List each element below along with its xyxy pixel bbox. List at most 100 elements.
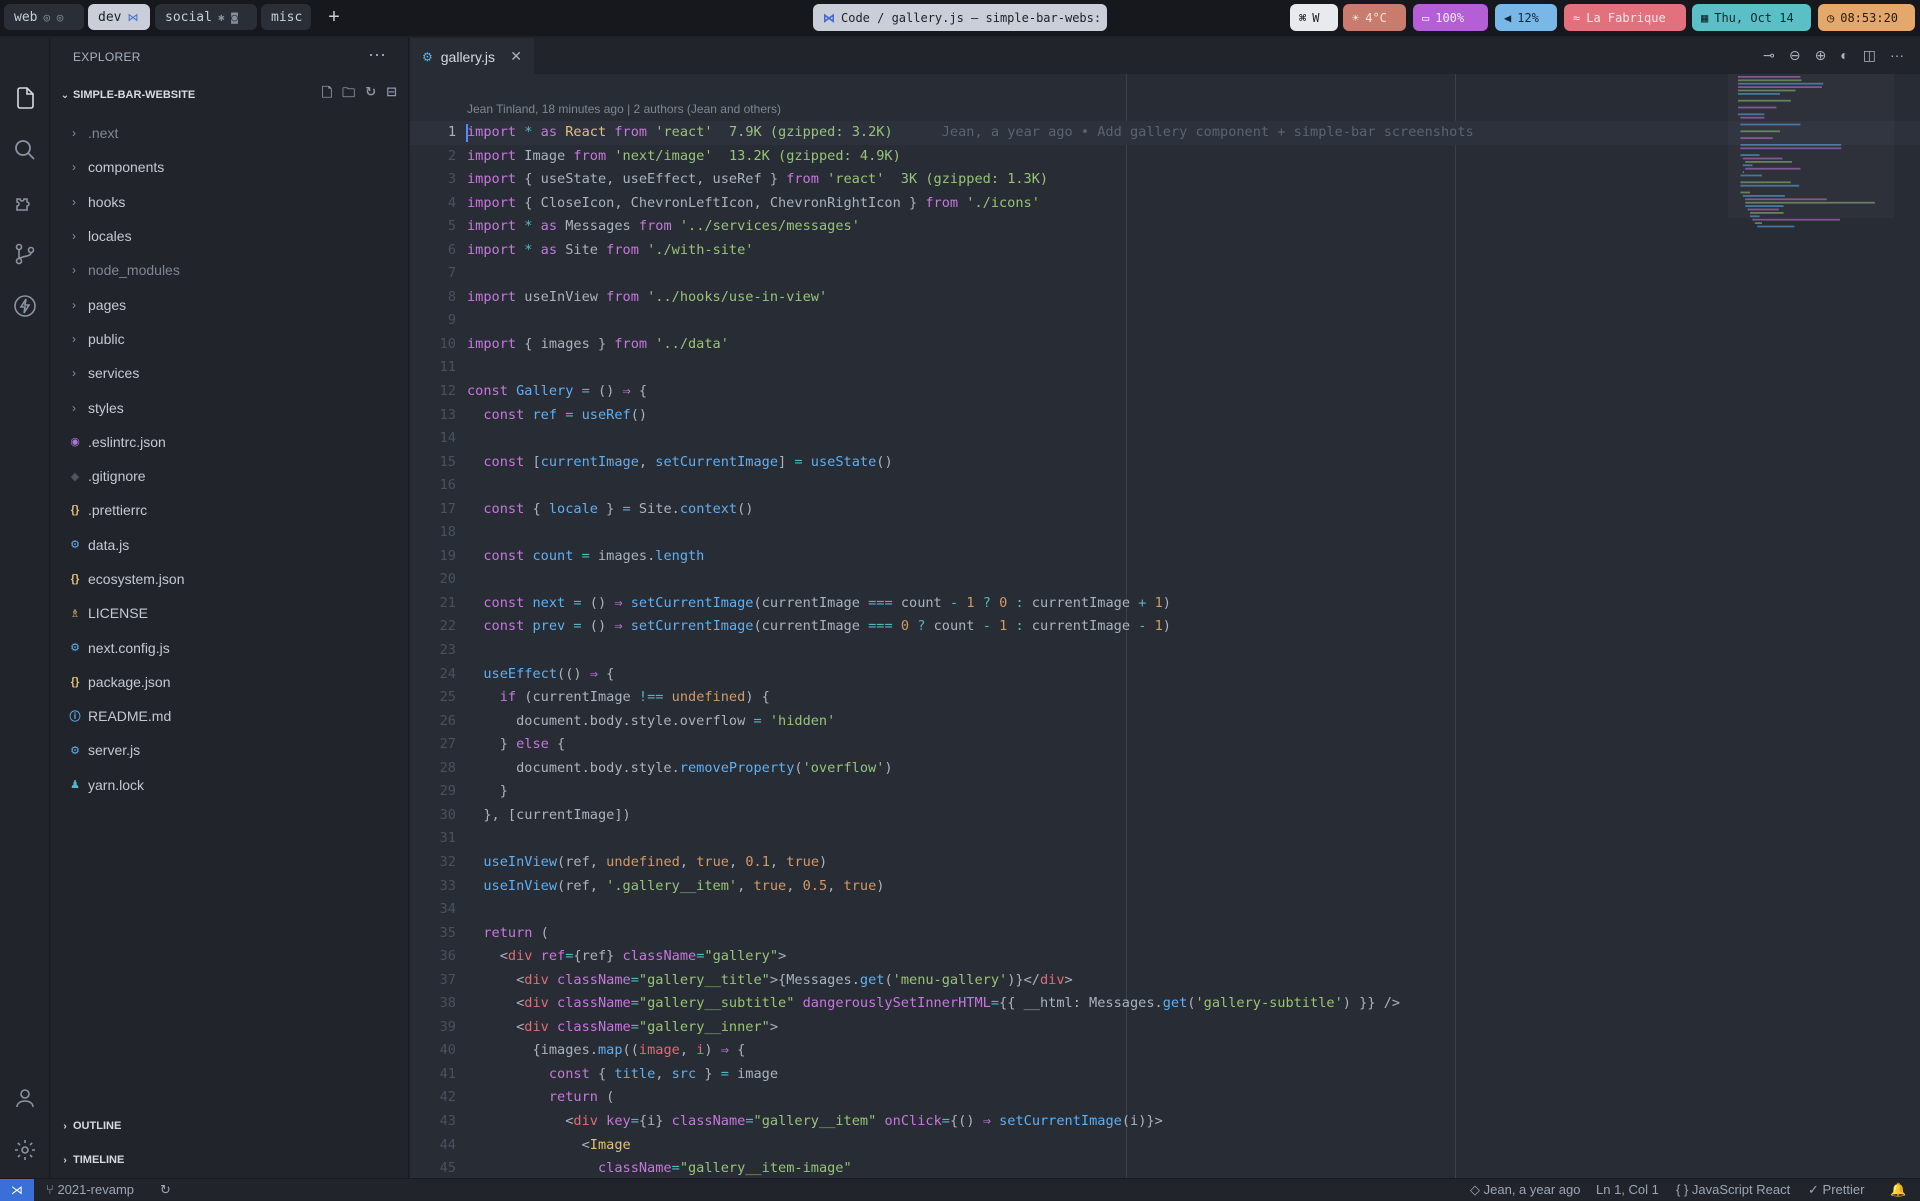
code-line[interactable]: 44 <Image (410, 1134, 1920, 1158)
code-line[interactable]: 41 const { title, src } = image (410, 1063, 1920, 1087)
file-row[interactable]: ⚙ next.config.js (51, 630, 409, 664)
code-line[interactable]: 40 {images.map((image, i) ⇒ { (410, 1039, 1920, 1063)
code-line[interactable]: 13 const ref = useRef() (410, 404, 1920, 428)
code-line[interactable]: 18 (410, 521, 1920, 545)
code-line[interactable]: 24 useEffect(() ⇒ { (410, 663, 1920, 687)
folder-row[interactable]: › public (51, 322, 409, 356)
language-mode[interactable]: { } JavaScript React (1676, 1182, 1790, 1197)
code-line[interactable]: 23 (410, 639, 1920, 663)
code-line[interactable]: 3 import { useState, useEffect, useRef } … (410, 168, 1920, 192)
folder-row[interactable]: › pages (51, 287, 409, 321)
file-row[interactable]: ♟ yarn.lock (51, 768, 409, 802)
codelens-blame[interactable]: Jean Tinland, 18 minutes ago | 2 authors… (467, 102, 781, 116)
search-icon[interactable] (13, 138, 37, 162)
folder-row[interactable]: › hooks (51, 185, 409, 219)
code-line[interactable]: 30 }, [currentImage]) (410, 804, 1920, 828)
add-space-button[interactable]: + (322, 4, 346, 30)
new-file-icon[interactable]: 🗋 (322, 84, 332, 106)
blame-toggle-icon[interactable]: ◐ (1840, 47, 1848, 64)
file-row[interactable]: ♗ LICENSE (51, 596, 409, 630)
source-control-icon[interactable] (13, 242, 37, 266)
space-web[interactable]: web ◎ ◎ (4, 4, 84, 30)
file-row[interactable]: ⚙ data.js (51, 528, 409, 562)
cursor-position[interactable]: Ln 1, Col 1 (1596, 1182, 1659, 1197)
code-line[interactable]: 8 import useInView from '../hooks/use-in-… (410, 286, 1920, 310)
folder-row[interactable]: › styles (51, 390, 409, 424)
code-line[interactable]: 33 useInView(ref, '.gallery__item', true… (410, 875, 1920, 899)
branch-indicator[interactable]: ⑂ 2021-revamp (46, 1182, 134, 1197)
folder-row[interactable]: › .next (51, 116, 409, 150)
prettier-status[interactable]: ✓ Prettier (1808, 1182, 1864, 1198)
code-editor[interactable]: Jean Tinland, 18 minutes ago | 2 authors… (410, 74, 1920, 1178)
refresh-icon[interactable]: ↻ (365, 84, 376, 106)
code-line[interactable]: 11 (410, 356, 1920, 380)
split-editor-icon[interactable]: ◫ (1863, 47, 1876, 64)
previous-change-icon[interactable]: ⊖ (1789, 47, 1801, 64)
code-line[interactable]: 45 className="gallery__item-image" (410, 1157, 1920, 1178)
code-line[interactable]: 37 <div className="gallery__title">{Mess… (410, 969, 1920, 993)
volume-widget[interactable]: ◀ 12% (1495, 4, 1557, 31)
code-line[interactable]: 6 import * as Site from './with-site' (410, 239, 1920, 263)
code-line[interactable]: 2 import Image from 'next/image' 13.2K (g… (410, 145, 1920, 169)
code-line[interactable]: 16 (410, 474, 1920, 498)
code-line[interactable]: 19 const count = images.length (410, 545, 1920, 569)
battery-widget[interactable]: ▭ 100% (1413, 4, 1488, 31)
code-line[interactable]: 36 <div ref={ref} className="gallery"> (410, 945, 1920, 969)
file-row[interactable]: ⓘ README.md (51, 699, 409, 733)
code-line[interactable]: 14 (410, 427, 1920, 451)
settings-gear-icon[interactable] (13, 1138, 37, 1162)
code-line[interactable]: 27 } else { (410, 733, 1920, 757)
sync-icon[interactable]: ↻ (160, 1182, 171, 1198)
code-line[interactable]: 5 import * as Messages from '../services/… (410, 215, 1920, 239)
code-line[interactable]: 20 (410, 568, 1920, 592)
folder-row[interactable]: › node_modules (51, 253, 409, 287)
more-actions-icon[interactable]: ··· (1890, 47, 1904, 64)
wifi-widget[interactable]: ≈ La Fabrique (1564, 4, 1686, 31)
weather-widget[interactable]: ☀ 4°C (1343, 4, 1406, 31)
file-row[interactable]: {} package.json (51, 665, 409, 699)
keyboard-widget[interactable]: ⌘ W (1290, 4, 1338, 31)
file-row[interactable]: ◉ .eslintrc.json (51, 425, 409, 459)
code-line[interactable]: 34 (410, 898, 1920, 922)
file-row[interactable]: {} .prettierrc (51, 493, 409, 527)
space-social[interactable]: social ✱ ◙ (155, 4, 257, 30)
remote-icon[interactable]: ⋊ (0, 1179, 34, 1201)
code-line[interactable]: 43 <div key={i} className="gallery__item… (410, 1110, 1920, 1134)
code-line[interactable]: 29 } (410, 780, 1920, 804)
project-header[interactable]: ⌄ SIMPLE-BAR-WEBSITE 🗋 🗀 ↻ ⊟ (57, 84, 403, 106)
explorer-icon[interactable] (13, 86, 37, 110)
folder-row[interactable]: › services (51, 356, 409, 390)
folder-row[interactable]: › locales (51, 219, 409, 253)
code-line[interactable]: 21 const next = () ⇒ setCurrentImage(cur… (410, 592, 1920, 616)
space-misc[interactable]: misc (261, 4, 311, 30)
code-line[interactable]: 31 (410, 827, 1920, 851)
file-row[interactable]: ⚙ server.js (51, 733, 409, 767)
code-line[interactable]: 10 import { images } from '../data' (410, 333, 1920, 357)
code-line[interactable]: 4 import { CloseIcon, ChevronLeftIcon, Ch… (410, 192, 1920, 216)
account-icon[interactable] (13, 1086, 37, 1110)
file-row[interactable]: ◆ .gitignore (51, 459, 409, 493)
notifications-bell-icon[interactable]: 🔔 (1890, 1182, 1906, 1198)
space-dev[interactable]: dev ⋈ (88, 4, 150, 30)
new-folder-icon[interactable]: 🗀 (342, 84, 355, 106)
code-line[interactable]: 35 return ( (410, 922, 1920, 946)
tab-gallery-js[interactable]: ⚙ gallery.js ✕ (410, 38, 534, 74)
next-change-icon[interactable]: ⊕ (1815, 47, 1827, 64)
code-line[interactable]: 7 (410, 262, 1920, 286)
code-line[interactable]: 1 import * as React from 'react' 7.9K (gz… (410, 121, 1920, 145)
code-line[interactable]: 22 const prev = () ⇒ setCurrentImage(cur… (410, 615, 1920, 639)
code-line[interactable]: 38 <div className="gallery__subtitle" da… (410, 992, 1920, 1016)
outline-section[interactable]: › OUTLINE (57, 1115, 121, 1137)
active-window-title[interactable]: ⋈ Code / gallery.js — simple-bar-webs: (813, 4, 1107, 31)
blame-status[interactable]: ◇ Jean, a year ago (1470, 1182, 1580, 1198)
code-line[interactable]: 25 if (currentImage !== undefined) { (410, 686, 1920, 710)
minimap[interactable] (1730, 74, 1920, 1178)
folder-row[interactable]: › components (51, 150, 409, 184)
code-line[interactable]: 28 document.body.style.removeProperty('o… (410, 757, 1920, 781)
code-line[interactable]: 42 return ( (410, 1086, 1920, 1110)
code-line[interactable]: 15 const [currentImage, setCurrentImage]… (410, 451, 1920, 475)
code-line[interactable]: 9 (410, 309, 1920, 333)
code-line[interactable]: 17 const { locale } = Site.context() (410, 498, 1920, 522)
date-widget[interactable]: ▦ Thu, Oct 14 (1692, 4, 1811, 31)
code-line[interactable]: 39 <div className="gallery__inner"> (410, 1016, 1920, 1040)
